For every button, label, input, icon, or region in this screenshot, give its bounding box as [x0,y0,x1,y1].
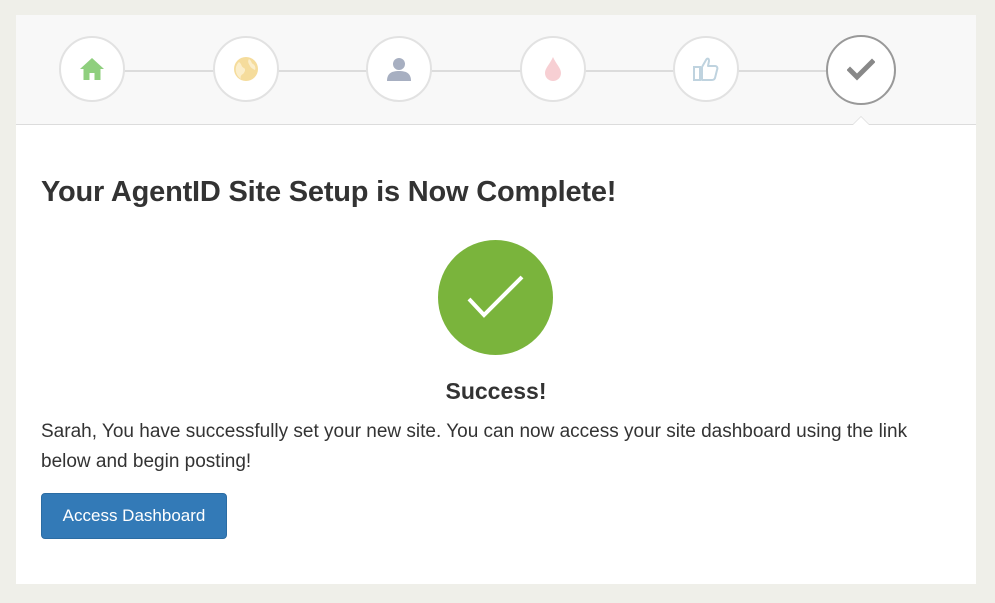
main-content: Your AgentID Site Setup is Now Complete! [16,125,976,209]
wizard-step-drop[interactable] [520,36,586,102]
active-step-pointer [852,116,870,125]
page-title: Your AgentID Site Setup is Now Complete! [41,176,617,208]
success-message: Sarah, You have successfully set your ne… [41,421,908,472]
wizard-steps [16,15,976,125]
wizard-connector-line [96,70,866,72]
setup-card: Your AgentID Site Setup is Now Complete!… [16,15,976,584]
wizard-step-globe[interactable] [213,36,279,102]
success-check-icon [467,275,524,318]
globe-icon [234,57,258,81]
success-heading: Success! [445,378,547,404]
home-icon [80,58,104,80]
drop-icon [545,57,561,81]
wizard-step-home[interactable] [59,36,125,102]
wizard-step-user[interactable] [366,36,432,102]
user-icon [387,58,411,81]
check-icon [847,58,875,81]
wizard-step-complete[interactable] [826,35,896,105]
thumbs-up-icon [693,57,719,81]
success-circle [438,240,553,355]
wizard-step-thumbs-up[interactable] [673,36,739,102]
access-dashboard-button[interactable]: Access Dashboard [41,493,227,539]
